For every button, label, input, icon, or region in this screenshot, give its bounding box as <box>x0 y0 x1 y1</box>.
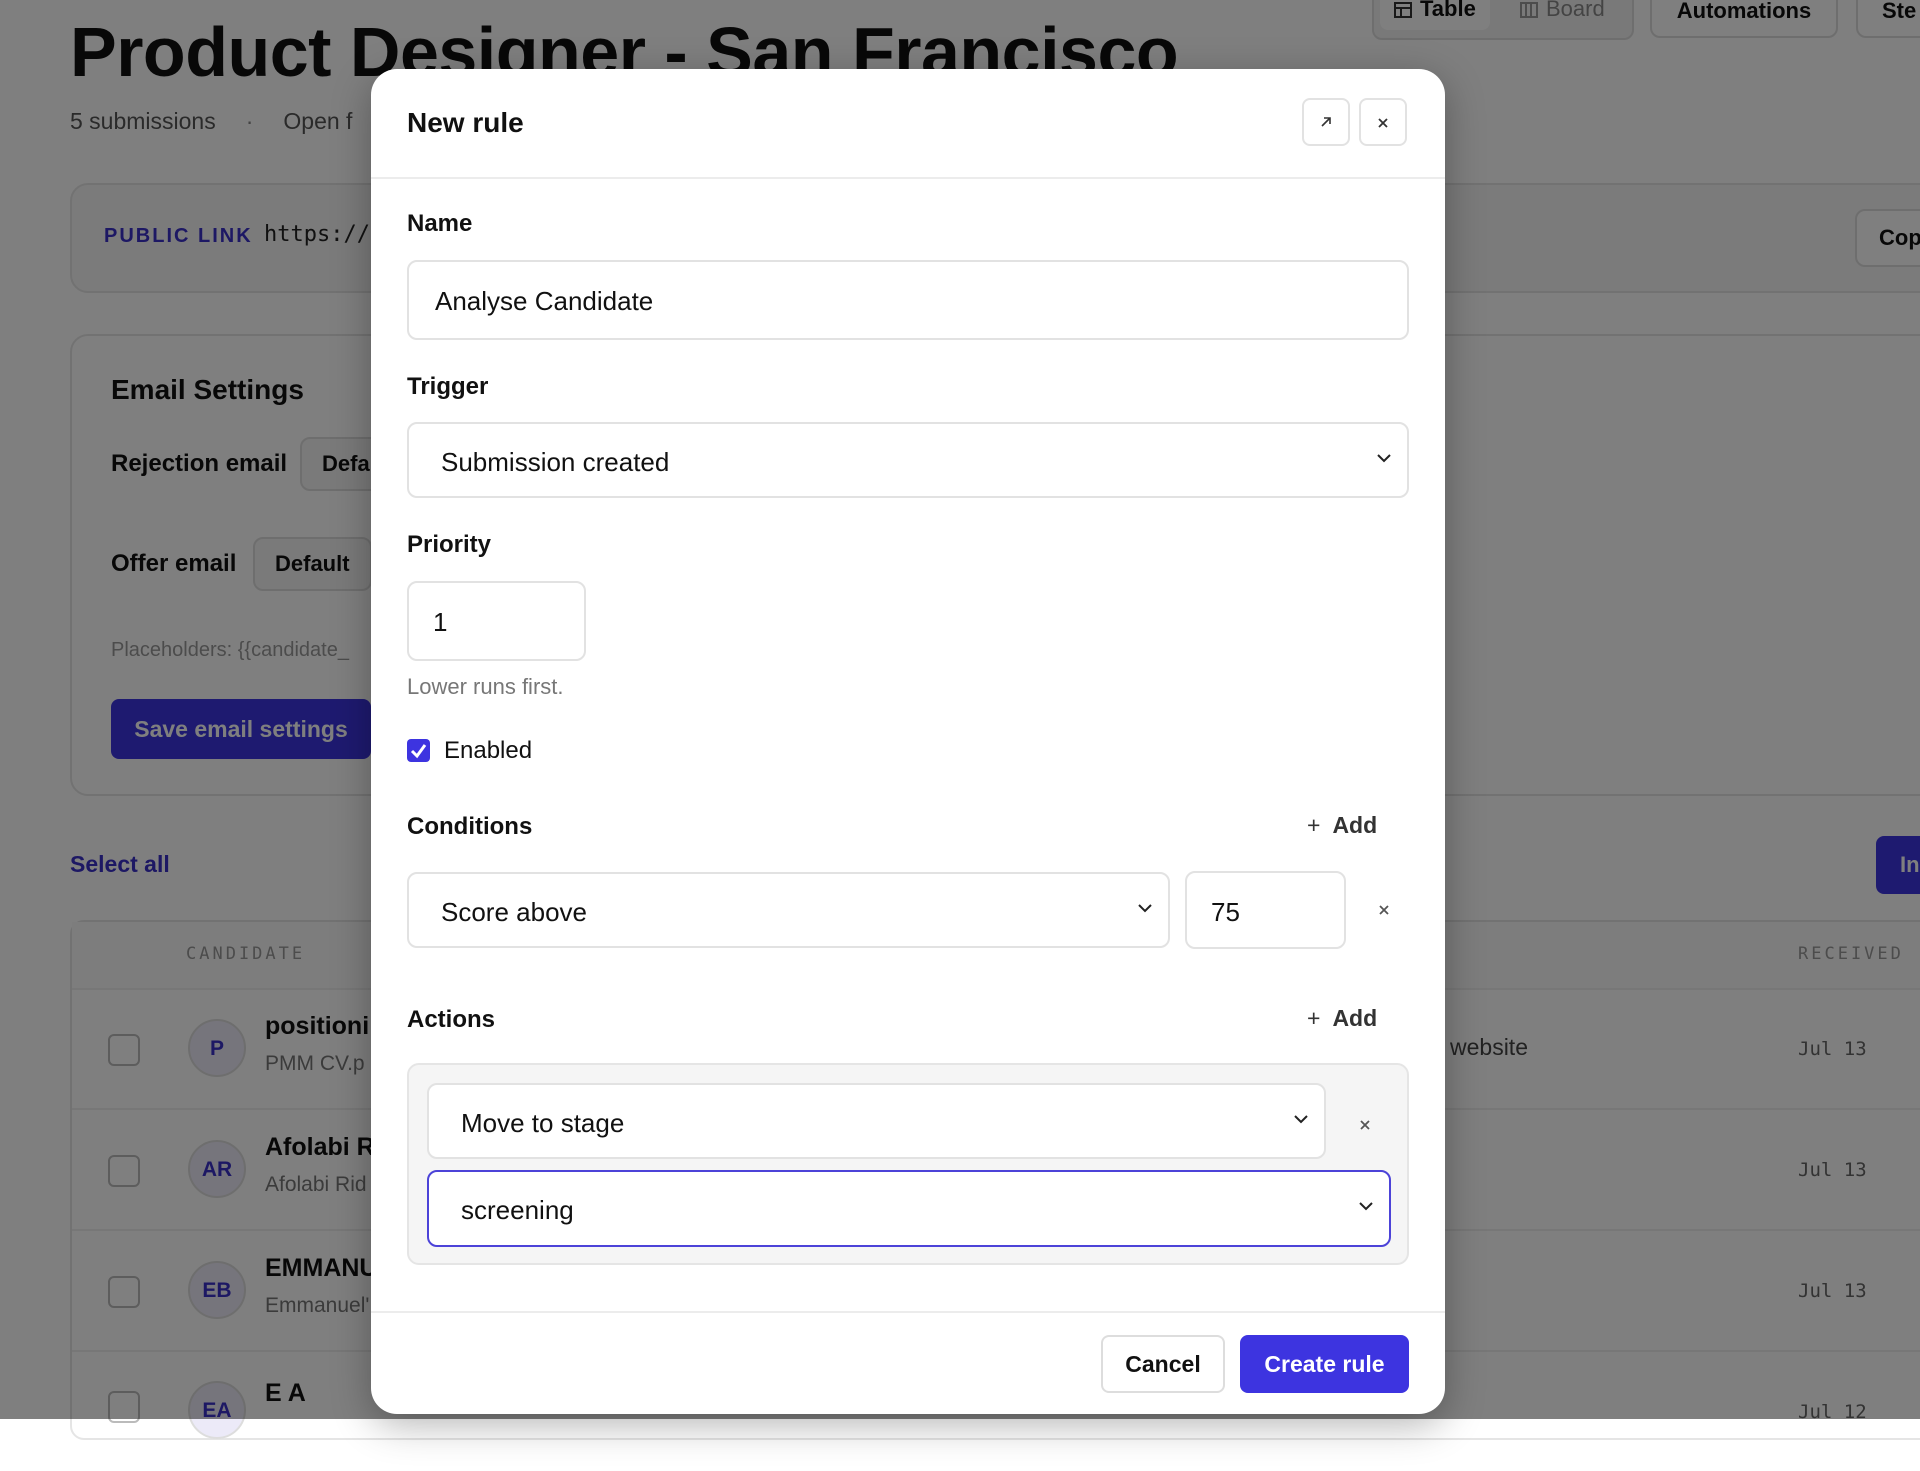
remove-condition-button[interactable] <box>1377 897 1391 923</box>
priority-hint: Lower runs first. <box>407 674 564 699</box>
cancel-button[interactable]: Cancel <box>1101 1335 1225 1393</box>
action-item: Move to stage screening <box>407 1063 1409 1265</box>
conditions-label: Conditions <box>407 813 533 840</box>
add-condition-button[interactable]: + Add <box>1307 812 1377 839</box>
chevron-down-icon <box>1377 454 1391 463</box>
expand-icon <box>1321 117 1331 127</box>
create-rule-button[interactable]: Create rule <box>1240 1335 1409 1393</box>
condition-type-select[interactable]: Score above <box>407 872 1170 948</box>
trigger-select[interactable]: Submission created <box>407 422 1409 498</box>
modal-title: New rule <box>407 107 524 138</box>
modal-header: New rule <box>371 69 1445 179</box>
name-label: Name <box>407 210 473 237</box>
chevron-down-icon <box>1138 904 1152 913</box>
chevron-down-icon <box>1359 1202 1373 1211</box>
enabled-label: Enabled <box>444 737 533 764</box>
close-icon <box>1360 1120 1370 1130</box>
action-type-select[interactable]: Move to stage <box>427 1083 1326 1159</box>
priority-label: Priority <box>407 531 492 558</box>
close-icon <box>1379 905 1389 915</box>
plus-icon: + <box>1307 1005 1321 1031</box>
chevron-down-icon <box>1294 1115 1308 1124</box>
condition-value-input[interactable]: 75 <box>1185 871 1346 949</box>
close-button[interactable] <box>1359 98 1407 146</box>
priority-input[interactable]: 1 <box>407 581 586 661</box>
stage-select[interactable]: screening <box>427 1170 1391 1247</box>
checkmark-icon <box>410 744 427 759</box>
actions-label: Actions <box>407 1006 496 1033</box>
close-icon <box>1378 118 1388 128</box>
expand-button[interactable] <box>1302 98 1350 146</box>
remove-action-button[interactable] <box>1358 1112 1372 1138</box>
trigger-label: Trigger <box>407 373 489 400</box>
new-rule-modal: New rule Name Analyse Candidate Trigger … <box>371 69 1445 1414</box>
add-action-button[interactable]: + Add <box>1307 1005 1377 1032</box>
plus-icon: + <box>1307 812 1321 838</box>
modal-footer: Cancel Create rule <box>371 1311 1445 1414</box>
enabled-checkbox[interactable] <box>407 739 430 762</box>
name-input[interactable]: Analyse Candidate <box>407 260 1409 340</box>
